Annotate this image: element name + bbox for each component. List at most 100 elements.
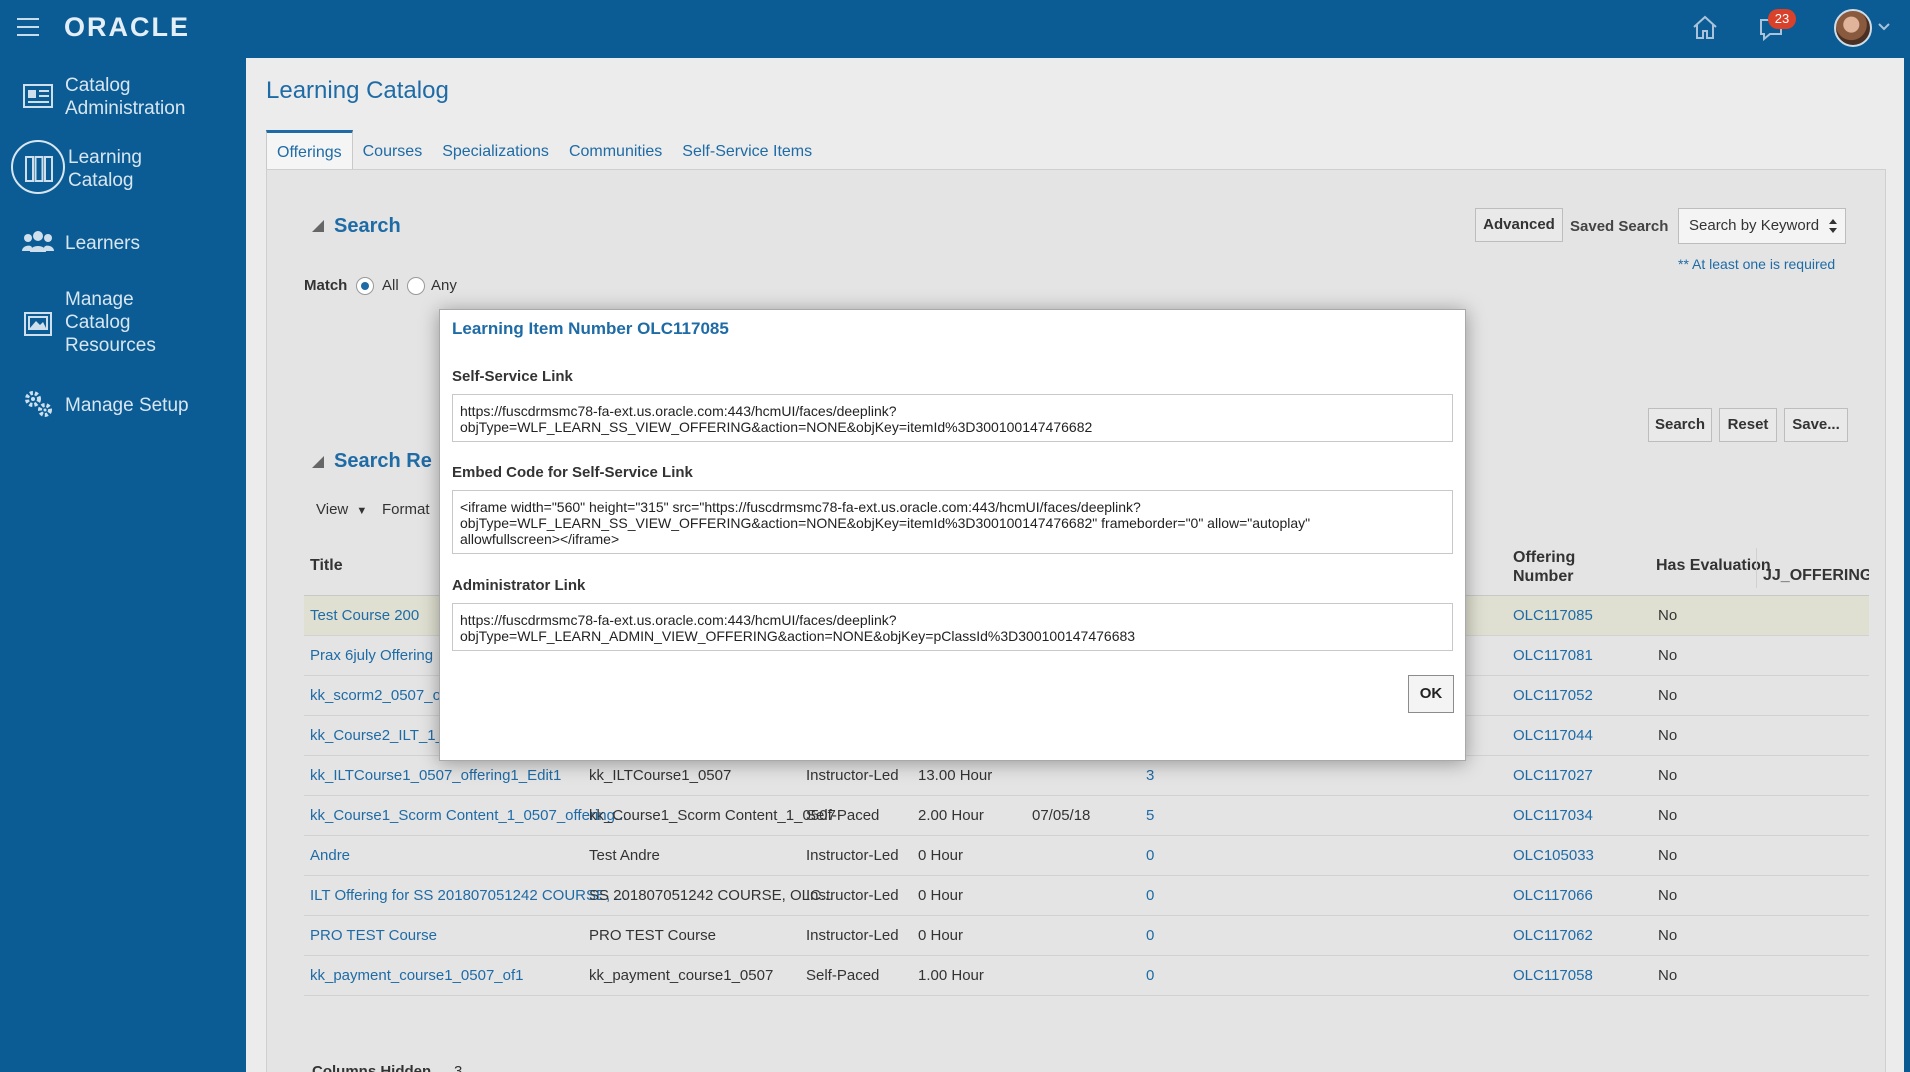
- embed-code-label: Embed Code for Self-Service Link: [452, 464, 693, 481]
- menu-icon[interactable]: [17, 18, 39, 36]
- cell-type: Instructor-Led: [806, 927, 899, 944]
- tab-communities[interactable]: Communities: [559, 130, 672, 170]
- catalog-admin-icon: [23, 84, 53, 108]
- cell-offering-number[interactable]: OLC117052: [1513, 687, 1593, 704]
- cell-has-evaluation: No: [1658, 807, 1678, 824]
- table-row[interactable]: kk_ILTCourse1_0507_offering1_Edit1 kk_ILT…: [304, 756, 1869, 796]
- cell-duration: 1.00 Hour: [918, 967, 984, 984]
- sidebar-item-label: Catalog Administration: [65, 75, 186, 119]
- reset-button[interactable]: Reset: [1719, 408, 1777, 442]
- cell-title[interactable]: Andre: [310, 847, 350, 864]
- cell-count[interactable]: 0: [1146, 847, 1154, 864]
- saved-search-value: Search by Keyword: [1689, 217, 1820, 234]
- embed-code-field[interactable]: <iframe width="560" height="315" src="ht…: [452, 490, 1453, 554]
- chevron-down-icon[interactable]: [1878, 22, 1890, 32]
- cell-course: kk_payment_course1_0507: [589, 967, 774, 984]
- cell-title[interactable]: kk_ILTCourse1_0507_offering1_Edit1: [310, 767, 561, 784]
- sidebar-item-catalog-administration[interactable]: Catalog Administration: [0, 72, 246, 122]
- cell-title[interactable]: PRO TEST Course: [310, 927, 437, 944]
- cell-course: SS 201807051242 COURSE, OLC...: [589, 887, 834, 904]
- cell-offering-number[interactable]: OLC117081: [1513, 647, 1593, 664]
- cell-has-evaluation: No: [1658, 647, 1678, 664]
- cell-type: Instructor-Led: [806, 767, 899, 784]
- cell-offering-number[interactable]: OLC105033: [1513, 847, 1594, 864]
- column-header-title[interactable]: Title: [310, 557, 343, 575]
- tab-bar: Offerings Courses Specializations Commun…: [266, 130, 822, 170]
- cell-count[interactable]: 0: [1146, 887, 1154, 904]
- cell-title[interactable]: kk_payment_course1_0507_of1: [310, 967, 524, 984]
- oracle-logo[interactable]: ORACLE: [64, 12, 190, 43]
- search-button[interactable]: Search: [1648, 408, 1712, 442]
- cell-has-evaluation: No: [1658, 607, 1678, 624]
- match-all-label: All: [382, 277, 399, 294]
- search-section-title[interactable]: Search: [334, 215, 401, 238]
- cell-title[interactable]: ILT Offering for SS 201807051242 COURSE,…: [310, 887, 627, 904]
- cell-course: kk_Course1_Scorm Content_1_0507: [589, 807, 836, 824]
- self-service-link-field[interactable]: https://fuscdrmsmc78-fa-ext.us.oracle.co…: [452, 394, 1453, 442]
- cell-course: PRO TEST Course: [589, 927, 716, 944]
- cell-title[interactable]: Test Course 200: [310, 607, 419, 624]
- ok-button[interactable]: OK: [1408, 675, 1454, 713]
- cell-title[interactable]: kk_Course2_ILT_1_: [310, 727, 444, 744]
- cell-offering-number[interactable]: OLC117044: [1513, 727, 1593, 744]
- sidebar-item-learning-catalog[interactable]: Learning Catalog: [0, 140, 246, 198]
- advanced-button[interactable]: Advanced: [1475, 208, 1563, 242]
- columns-hidden-row: Columns Hidden 3: [304, 1053, 1869, 1072]
- saved-search-select[interactable]: Search by Keyword: [1678, 208, 1846, 244]
- cell-title[interactable]: kk_scorm2_0507_o: [310, 687, 441, 704]
- table-row[interactable]: Andre Test Andre Instructor-Led 0 Hour 0 OLC1…: [304, 836, 1869, 876]
- sidebar-item-label: Learners: [65, 233, 140, 254]
- administrator-link-field[interactable]: https://fuscdrmsmc78-fa-ext.us.oracle.co…: [452, 603, 1453, 651]
- tab-courses[interactable]: Courses: [353, 130, 433, 170]
- format-menu[interactable]: Format: [382, 501, 430, 518]
- cell-title[interactable]: Prax 6july Offering: [310, 647, 433, 664]
- match-all-radio[interactable]: [356, 277, 374, 295]
- notification-badge[interactable]: 23: [1768, 9, 1796, 29]
- cell-has-evaluation: No: [1658, 927, 1678, 944]
- home-icon[interactable]: [1690, 12, 1720, 42]
- sidebar-item-label: Learning Catalog: [68, 147, 142, 191]
- avatar[interactable]: [1834, 9, 1872, 47]
- save-button[interactable]: Save...: [1784, 408, 1848, 442]
- column-header-has-evaluation[interactable]: Has Evaluation: [1656, 557, 1771, 575]
- tab-self-service-items[interactable]: Self-Service Items: [672, 130, 822, 170]
- cell-count[interactable]: 0: [1146, 967, 1154, 984]
- column-header-offering-number[interactable]: Offering Number: [1513, 548, 1575, 586]
- collapse-triangle-icon[interactable]: [312, 456, 324, 468]
- cell-offering-number[interactable]: OLC117058: [1513, 967, 1593, 984]
- tab-specializations[interactable]: Specializations: [432, 130, 559, 170]
- learning-item-dialog: Learning Item Number OLC117085 Self-Serv…: [439, 309, 1466, 761]
- table-row[interactable]: kk_payment_course1_0507_of1 kk_payment_co…: [304, 956, 1869, 996]
- cell-course: kk_ILTCourse1_0507: [589, 767, 732, 784]
- cell-offering-number[interactable]: OLC117066: [1513, 887, 1593, 904]
- cell-title[interactable]: kk_Course1_Scorm Content_1_0507_offering…: [310, 807, 627, 824]
- table-row[interactable]: ILT Offering for SS 201807051242 COURSE,…: [304, 876, 1869, 916]
- page-title: Learning Catalog: [266, 77, 449, 104]
- required-note: ** At least one is required: [1678, 256, 1836, 272]
- self-service-link-label: Self-Service Link: [452, 368, 573, 385]
- cell-duration: 0 Hour: [918, 927, 964, 944]
- table-row[interactable]: kk_Course1_Scorm Content_1_0507_offering…: [304, 796, 1869, 836]
- table-row[interactable]: PRO TEST Course PRO TEST Course Instructor…: [304, 916, 1869, 956]
- sidebar-item-learners[interactable]: Learners: [0, 226, 246, 262]
- tab-offerings[interactable]: Offerings: [266, 130, 353, 170]
- cell-count[interactable]: 3: [1146, 767, 1154, 784]
- view-menu-label: View: [316, 501, 349, 518]
- cell-offering-number[interactable]: OLC117062: [1513, 927, 1593, 944]
- people-icon: [22, 231, 54, 252]
- sidebar-item-manage-catalog-resources[interactable]: Manage Catalog Resources: [0, 286, 246, 358]
- cell-duration: 0 Hour: [918, 887, 964, 904]
- cell-count[interactable]: 5: [1146, 807, 1154, 824]
- collapse-triangle-icon[interactable]: [312, 220, 324, 232]
- cell-offering-number[interactable]: OLC117027: [1513, 767, 1593, 784]
- view-menu[interactable]: View ▼: [316, 501, 367, 518]
- sidebar-item-manage-setup[interactable]: Manage Setup: [0, 388, 246, 424]
- administrator-link-label: Administrator Link: [452, 577, 586, 594]
- cell-offering-number[interactable]: OLC117034: [1513, 807, 1593, 824]
- cell-count[interactable]: 0: [1146, 927, 1154, 944]
- search-results-title[interactable]: Search Re: [334, 450, 432, 473]
- cell-has-evaluation: No: [1658, 767, 1678, 784]
- column-header-jj-offering[interactable]: JJ_OFFERING_: [1756, 548, 1869, 588]
- match-any-radio[interactable]: [407, 277, 425, 295]
- cell-offering-number[interactable]: OLC117085: [1513, 607, 1593, 624]
